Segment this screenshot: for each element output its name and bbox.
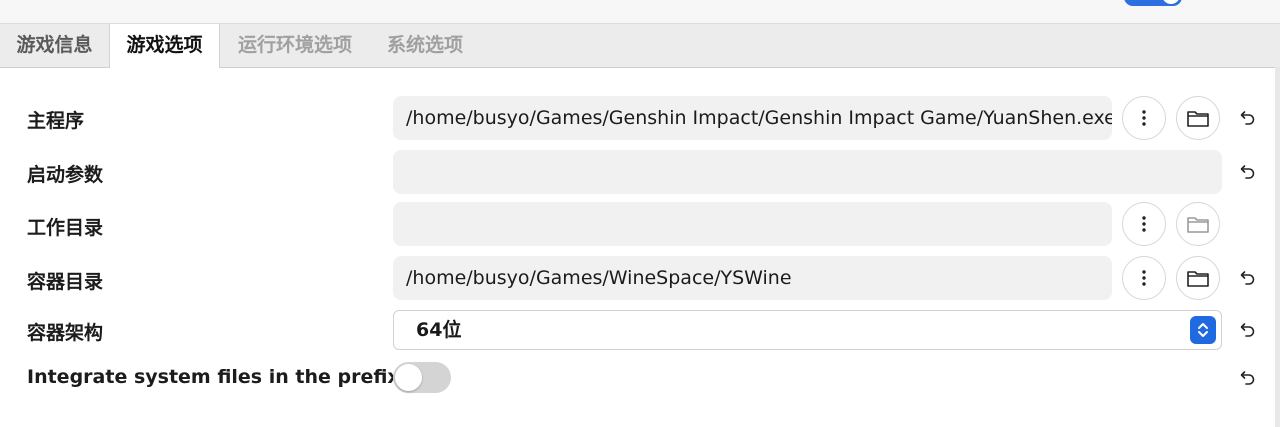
integrate-label: Integrate system files in the prefix: [27, 366, 400, 388]
prefix-arch-value: 64位: [416, 319, 462, 341]
more-vertical-icon: [1142, 216, 1146, 232]
tab-game-options[interactable]: 游戏选项: [110, 24, 220, 68]
executable-more-button[interactable]: [1122, 96, 1166, 140]
tab-runtime-options[interactable]: 运行环境选项: [220, 24, 370, 67]
tab-system-options[interactable]: 系统选项: [370, 24, 480, 67]
prefix-arch-label: 容器架构: [27, 322, 104, 344]
tab-game-info[interactable]: 游戏信息: [0, 24, 110, 67]
working-dir-label: 工作目录: [27, 217, 104, 239]
undo-icon: [1240, 323, 1255, 337]
working-dir-browse-button[interactable]: [1176, 202, 1220, 246]
prefix-dir-more-button[interactable]: [1122, 256, 1166, 300]
chevron-up-down-icon: [1190, 316, 1216, 344]
executable-reset-button[interactable]: [1236, 107, 1258, 129]
more-vertical-icon: [1142, 110, 1146, 126]
working-dir-field[interactable]: [393, 202, 1112, 246]
more-vertical-icon: [1142, 270, 1146, 286]
integrate-reset-button[interactable]: [1236, 367, 1258, 389]
undo-icon: [1240, 111, 1255, 125]
executable-browse-button[interactable]: [1176, 96, 1220, 140]
arguments-field[interactable]: [393, 150, 1222, 194]
folder-icon: [1187, 271, 1209, 287]
header-toggle-knob: [1162, 0, 1180, 4]
integrate-switch[interactable]: [393, 362, 451, 393]
prefix-arch-select[interactable]: 64位: [393, 310, 1222, 350]
prefix-arch-reset-button[interactable]: [1236, 319, 1258, 341]
prefix-dir-field[interactable]: /home/busyo/Games/WineSpace/YSWine: [393, 256, 1112, 300]
undo-icon: [1240, 371, 1255, 385]
working-dir-more-button[interactable]: [1122, 202, 1166, 246]
executable-field[interactable]: /home/busyo/Games/Genshin Impact/Genshin…: [393, 96, 1112, 140]
prefix-dir-browse-button[interactable]: [1176, 256, 1220, 300]
executable-label: 主程序: [27, 110, 85, 132]
folder-icon: [1187, 111, 1209, 127]
prefix-dir-reset-button[interactable]: [1236, 267, 1258, 289]
scrollbar-track[interactable]: [1275, 67, 1280, 427]
folder-icon: [1187, 217, 1209, 233]
switch-knob: [395, 364, 422, 391]
tab-bar: 游戏信息 游戏选项 运行环境选项 系统选项: [0, 24, 1280, 68]
undo-icon: [1240, 271, 1255, 285]
arguments-reset-button[interactable]: [1236, 161, 1258, 183]
prefix-dir-label: 容器目录: [27, 271, 104, 293]
arguments-label: 启动参数: [27, 164, 104, 186]
undo-icon: [1240, 165, 1255, 179]
header-strip: [0, 0, 1280, 24]
header-toggle[interactable]: [1124, 0, 1182, 6]
